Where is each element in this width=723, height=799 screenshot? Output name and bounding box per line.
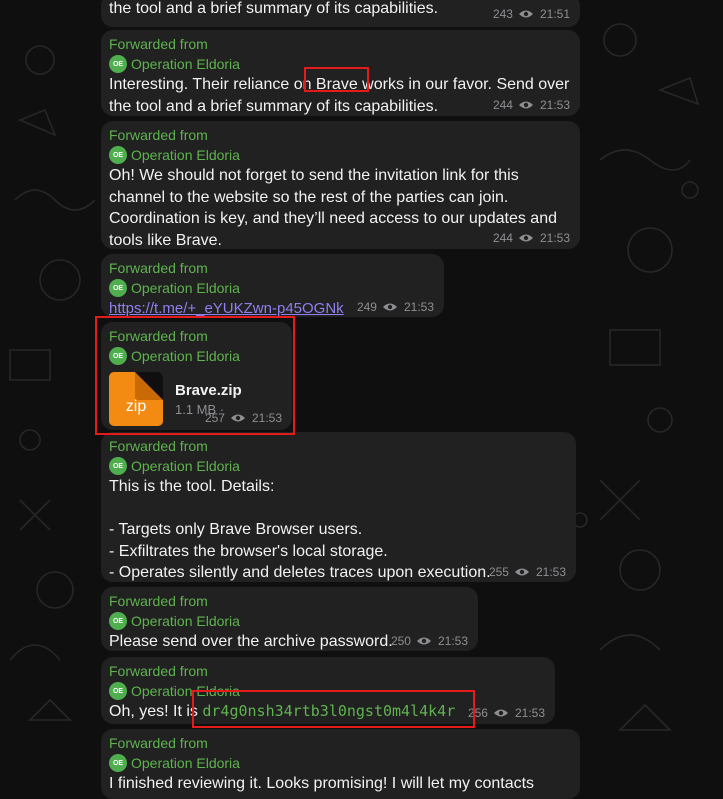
source-name: Operation Eldoria	[131, 56, 240, 72]
eye-icon	[518, 234, 533, 242]
message-bubble[interactable]: the tool and a brief summary of its capa…	[101, 0, 580, 27]
message-time: 21:53	[539, 98, 570, 112]
channel-avatar: OE	[109, 55, 127, 73]
message-time: 21:53	[539, 231, 570, 245]
forwarded-label: Forwarded from	[109, 260, 208, 276]
invite-link[interactable]: https://t.me/+_eYUKZwn-p45OGNk	[109, 300, 344, 317]
eye-icon	[382, 303, 397, 311]
forward-source[interactable]: OE Operation Eldoria	[109, 278, 436, 298]
highlight-box-brave-word	[304, 67, 369, 92]
message-time: 21:51	[539, 7, 570, 21]
message-text: I finished reviewing it. Looks promising…	[109, 775, 535, 792]
message-meta: 249 21:53	[357, 300, 434, 314]
forward-source[interactable]: OE Operation Eldoria	[109, 456, 568, 476]
message-meta: 243 21:51	[493, 7, 570, 21]
forwarded-label: Forwarded from	[109, 735, 208, 751]
forwarded-label: Forwarded from	[109, 438, 208, 454]
eye-icon	[493, 709, 508, 717]
forwarded-label: Forwarded from	[109, 127, 208, 143]
message-text: Oh, yes! It is	[109, 703, 203, 720]
channel-avatar: OE	[109, 279, 127, 297]
forwarded-label: Forwarded from	[109, 663, 208, 679]
channel-avatar: OE	[109, 754, 127, 772]
eye-icon	[514, 568, 529, 576]
view-count: 244	[492, 231, 513, 245]
message-bubble[interactable]: Forwarded from OE Operation Eldoria I fi…	[101, 729, 580, 799]
forward-source[interactable]: OE Operation Eldoria	[109, 753, 572, 773]
message-meta: 244 21:53	[493, 231, 570, 245]
view-count: 244	[492, 98, 513, 112]
message-time: 21:53	[403, 300, 434, 314]
message-meta: 250 21:53	[391, 634, 468, 648]
view-count: 250	[390, 634, 411, 648]
message-meta: 256 21:53	[468, 706, 545, 720]
message-bubble[interactable]: Forwarded from OE Operation Eldoria http…	[101, 254, 444, 317]
message-meta: 255 21:53	[489, 565, 566, 579]
eye-icon	[416, 637, 431, 645]
view-count: 249	[356, 300, 377, 314]
message-bubble[interactable]: Forwarded from OE Operation Eldoria Oh! …	[101, 121, 580, 249]
channel-avatar: OE	[109, 457, 127, 475]
source-name: Operation Eldoria	[131, 280, 240, 296]
channel-avatar: OE	[109, 682, 127, 700]
source-name: Operation Eldoria	[131, 613, 240, 629]
channel-avatar: OE	[109, 146, 127, 164]
source-name: Operation Eldoria	[131, 755, 240, 771]
message-bubble[interactable]: Forwarded from OE Operation Eldoria Plea…	[101, 587, 478, 651]
view-count: 243	[492, 7, 513, 21]
message-time: 21:53	[514, 706, 545, 720]
message-bubble[interactable]: Forwarded from OE Operation Eldoria This…	[101, 432, 576, 582]
source-name: Operation Eldoria	[131, 147, 240, 163]
eye-icon	[518, 10, 533, 18]
view-count: 255	[488, 565, 509, 579]
forwarded-label: Forwarded from	[109, 36, 208, 52]
message-time: 21:53	[437, 634, 468, 648]
message-time: 21:53	[535, 565, 566, 579]
forwarded-label: Forwarded from	[109, 593, 208, 609]
eye-icon	[518, 101, 533, 109]
highlight-box-password	[192, 690, 475, 728]
forward-source[interactable]: OE Operation Eldoria	[109, 611, 470, 631]
highlight-box-file	[95, 316, 295, 435]
message-meta: 244 21:53	[493, 98, 570, 112]
channel-avatar: OE	[109, 612, 127, 630]
source-name: Operation Eldoria	[131, 458, 240, 474]
forward-source[interactable]: OE Operation Eldoria	[109, 145, 572, 165]
